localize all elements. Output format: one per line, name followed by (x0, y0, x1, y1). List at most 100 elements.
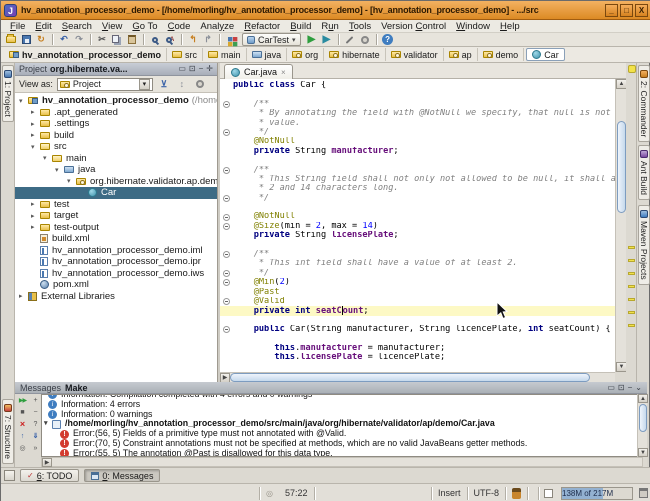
code-line[interactable]: /** (220, 100, 615, 109)
settings-icon[interactable] (358, 33, 372, 46)
tree-item-car[interactable]: Car (15, 187, 217, 199)
encoding-indicator[interactable]: UTF-8 (468, 488, 506, 498)
maximize-button[interactable]: □ (620, 4, 633, 17)
debug-icon[interactable]: ▶ (320, 33, 334, 46)
tree-item-target[interactable]: ▸target (15, 210, 217, 222)
tool-tab-ant-build[interactable]: Ant Build (638, 145, 650, 200)
code-line[interactable]: * This String field shall not only not a… (220, 175, 615, 184)
tool-tab-maven-projects[interactable]: Maven Projects (638, 205, 650, 285)
warning-stripe-mark[interactable] (628, 298, 635, 301)
garbage-collect-icon[interactable] (639, 488, 648, 498)
float-window-icon[interactable]: ▭ (607, 383, 615, 393)
tree-item-java[interactable]: ▾java (15, 164, 217, 176)
undo-icon[interactable]: ↶ (57, 33, 71, 46)
warning-stripe-mark[interactable] (628, 259, 635, 262)
rerun-icon[interactable]: ▶▶ (17, 395, 28, 405)
tree-collapsed-icon[interactable]: ▸ (31, 223, 40, 231)
copy-icon[interactable] (110, 33, 124, 46)
tree-item-hv-annotation-processor-demo[interactable]: ▾hv_annotation_processor_demo(/home/ (15, 95, 217, 107)
code-line[interactable]: public class Car { (220, 81, 615, 90)
save-icon[interactable] (19, 33, 33, 46)
previous-message-icon[interactable]: ↑ (17, 431, 28, 441)
analysis-status-icon[interactable] (628, 65, 636, 73)
tab-car-java[interactable]: Car.java × (224, 64, 293, 79)
dock-window-icon[interactable]: ⊡ (618, 383, 625, 393)
dock-window-icon[interactable]: ⊡ (189, 64, 196, 74)
float-window-icon[interactable]: ▭ (178, 64, 186, 74)
breadcrumb-car[interactable]: Car (526, 48, 565, 61)
sync-icon[interactable]: ↻ (34, 33, 48, 46)
code-line[interactable]: public Car(String manufacturer, String l… (220, 325, 615, 334)
tree-item-hv-annotation-processor-demo-iml[interactable]: hv_annotation_processor_demo.iml (15, 245, 217, 257)
expand-arrow-icon[interactable]: ▾ (44, 419, 52, 429)
tree-collapsed-icon[interactable]: ▸ (19, 292, 28, 300)
warning-stripe-mark[interactable] (628, 246, 635, 249)
run-icon[interactable]: ▶ (305, 33, 319, 46)
minimize-panel-icon[interactable]: − (628, 383, 633, 393)
code-line[interactable] (220, 90, 615, 99)
tree-collapsed-icon[interactable]: ▸ (31, 200, 40, 208)
stop-icon[interactable]: ■ (17, 407, 28, 417)
code-line[interactable]: @Min(2) (220, 278, 615, 287)
breadcrumb-ap[interactable]: ap (444, 48, 478, 61)
editor-vertical-scrollbar[interactable]: ▲ ▼ (615, 79, 626, 372)
back-icon[interactable]: ↰ (186, 33, 200, 46)
code-line[interactable]: this.manufacturer = manufacturer; (220, 344, 615, 353)
filter-icon[interactable]: ⊻ (157, 78, 171, 91)
code-line[interactable] (220, 335, 615, 344)
tool-tab-commander[interactable]: 2: Commander (638, 65, 650, 142)
tree-item-test[interactable]: ▸test (15, 199, 217, 211)
scroll-right-icon[interactable]: ▶ (42, 458, 52, 467)
menu-go-to[interactable]: Go To (127, 21, 162, 32)
fold-marker-icon[interactable] (223, 167, 230, 174)
run-configuration-select[interactable]: CarTest ▾ (242, 33, 301, 46)
find-replace-icon[interactable]: A (163, 33, 177, 46)
chevron-down-icon[interactable]: ▾ (139, 79, 150, 90)
breadcrumb-demo[interactable]: demo (478, 48, 525, 61)
todo-toolwindow-button[interactable]: ✓ 6: TODO (20, 469, 79, 482)
tree-expanded-icon[interactable]: ▾ (19, 97, 28, 105)
tree-item-pom-xml[interactable]: pom.xml (15, 279, 217, 291)
menu-search[interactable]: Search (57, 21, 97, 32)
code-line[interactable]: @NotNull (220, 137, 615, 146)
messages-panel-header[interactable]: Messages Make ▭ ⊡ − ⌄ (15, 382, 647, 394)
scrollbar-thumb[interactable] (617, 121, 626, 213)
insert-mode-indicator[interactable]: Insert (432, 488, 467, 498)
titlebar[interactable]: J hv_annotation_processor_demo - [/home/… (1, 1, 650, 20)
tools-icon[interactable] (343, 33, 357, 46)
error-message-row[interactable]: !Error:(55, 5) The annotation @Past is d… (42, 449, 642, 457)
code-line[interactable]: this.licensePlate = licencePlate; (220, 353, 615, 362)
breadcrumb-main[interactable]: main (203, 48, 247, 61)
code-line[interactable]: */ (220, 269, 615, 278)
menu-window[interactable]: Window (451, 21, 495, 32)
code-line[interactable]: * value. (220, 119, 615, 128)
fold-marker-icon[interactable] (223, 279, 230, 286)
code-line[interactable]: @Past (220, 288, 615, 297)
project-structure-icon[interactable] (224, 33, 238, 46)
code-line[interactable] (220, 241, 615, 250)
code-line[interactable]: /** (220, 166, 615, 175)
tree-expanded-icon[interactable]: ▾ (67, 177, 76, 185)
more-icon[interactable]: » (30, 443, 41, 453)
editor-horizontal-scrollbar[interactable]: ◀ ▶ (220, 372, 615, 382)
fold-marker-icon[interactable] (223, 270, 230, 277)
expand-all-icon[interactable]: + (30, 395, 41, 405)
hide-panel-icon[interactable]: ⌄ (635, 383, 642, 393)
scroll-down-icon[interactable]: ▼ (638, 448, 648, 457)
collapse-all-icon[interactable]: − (30, 407, 41, 417)
tree-item-hv-annotation-processor-demo-ipr[interactable]: hv_annotation_processor_demo.ipr (15, 256, 217, 268)
breadcrumb-src[interactable]: src (167, 48, 203, 61)
warning-stripe-mark[interactable] (628, 311, 635, 314)
menu-view[interactable]: View (97, 21, 127, 32)
menu-tools[interactable]: Tools (344, 21, 376, 32)
tree-expanded-icon[interactable]: ▾ (43, 154, 52, 162)
warning-stripe-mark[interactable] (628, 324, 635, 327)
close-button[interactable]: X (635, 4, 648, 17)
menu-run[interactable]: Run (316, 21, 343, 32)
tree-collapsed-icon[interactable]: ▸ (31, 212, 40, 220)
export-icon[interactable]: ⇓ (30, 431, 41, 441)
fold-marker-icon[interactable] (223, 129, 230, 136)
warning-stripe-mark[interactable] (628, 272, 635, 275)
cut-icon[interactable]: ✂ (95, 33, 109, 46)
messages-vertical-scrollbar[interactable]: ▲ ▼ (637, 394, 647, 457)
